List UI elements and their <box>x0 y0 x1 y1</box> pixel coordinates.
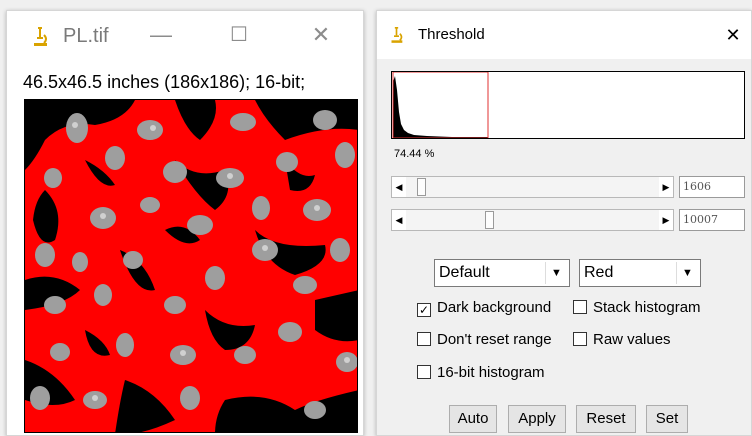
checkbox-label: Dark background <box>437 299 552 316</box>
threshold-window: Threshold ✕ 74.44 % ◀ ▶ 1606 ◀ ▶ 10007 D… <box>376 10 752 436</box>
checkbox-label: 16-bit histogram <box>437 364 545 381</box>
checkbox-icon <box>573 300 587 314</box>
checkbox-icon <box>417 365 431 379</box>
checkbox-icon <box>573 332 587 346</box>
scroll-left-icon[interactable]: ◀ <box>392 177 406 197</box>
checkbox-label: Raw values <box>593 331 671 348</box>
stack-histogram-checkbox[interactable]: Stack histogram <box>573 298 701 318</box>
chevron-down-icon: ▼ <box>545 262 567 284</box>
display-selected: Red <box>584 264 614 281</box>
scroll-right-icon[interactable]: ▶ <box>659 177 673 197</box>
slider-thumb[interactable] <box>417 178 426 196</box>
threshold-percent: 74.44 % <box>394 148 435 160</box>
threshold-panel: 74.44 % ◀ ▶ 1606 ◀ ▶ 10007 Default ▼ Red… <box>377 59 751 435</box>
method-select[interactable]: Default ▼ <box>434 259 570 287</box>
window-title: Threshold <box>418 26 485 43</box>
method-selected: Default <box>439 264 490 281</box>
chevron-down-icon: ▼ <box>676 262 698 284</box>
lower-threshold-slider[interactable]: ◀ ▶ <box>391 176 674 198</box>
microscope-icon <box>391 27 403 43</box>
checkbox-label: Stack histogram <box>593 299 701 316</box>
cell-image <box>25 100 357 432</box>
scroll-left-icon[interactable]: ◀ <box>392 210 406 230</box>
checkbox-checked-icon: ✓ <box>417 303 431 317</box>
display-select[interactable]: Red ▼ <box>579 259 701 287</box>
raw-values-checkbox[interactable]: Raw values <box>573 330 671 350</box>
window-title: PL.tif <box>63 25 109 47</box>
image-info: 46.5x46.5 inches (186x186); 16-bit; <box>23 72 306 92</box>
histogram[interactable] <box>391 71 745 139</box>
maximize-button[interactable]: ☐ <box>223 21 255 49</box>
auto-button[interactable]: Auto <box>449 405 497 433</box>
close-button[interactable]: ✕ <box>305 21 337 49</box>
microscope-icon <box>34 27 47 46</box>
checkbox-label: Don't reset range <box>437 331 552 348</box>
dont-reset-range-checkbox[interactable]: Don't reset range <box>417 330 552 350</box>
dark-background-checkbox[interactable]: ✓ Dark background <box>417 298 551 318</box>
upper-threshold-value[interactable]: 10007 <box>679 209 745 231</box>
sixteen-bit-histogram-checkbox[interactable]: 16-bit histogram <box>417 363 545 383</box>
scroll-right-icon[interactable]: ▶ <box>659 210 673 230</box>
reset-button[interactable]: Reset <box>576 405 636 433</box>
threshold-window-titlebar[interactable]: Threshold ✕ <box>377 11 751 59</box>
set-button[interactable]: Set <box>646 405 688 433</box>
thresholded-image[interactable] <box>24 99 358 433</box>
lower-threshold-value[interactable]: 1606 <box>679 176 745 198</box>
histogram-plot <box>392 71 489 139</box>
slider-thumb[interactable] <box>485 211 494 229</box>
checkbox-icon <box>417 332 431 346</box>
image-window: PL.tif — ☐ ✕ 46.5x46.5 inches (186x186);… <box>6 10 364 436</box>
apply-button[interactable]: Apply <box>508 405 566 433</box>
minimize-button[interactable]: — <box>145 21 177 49</box>
upper-threshold-slider[interactable]: ◀ ▶ <box>391 209 674 231</box>
close-button[interactable]: ✕ <box>717 21 749 49</box>
image-window-titlebar[interactable]: PL.tif — ☐ ✕ <box>7 11 363 59</box>
